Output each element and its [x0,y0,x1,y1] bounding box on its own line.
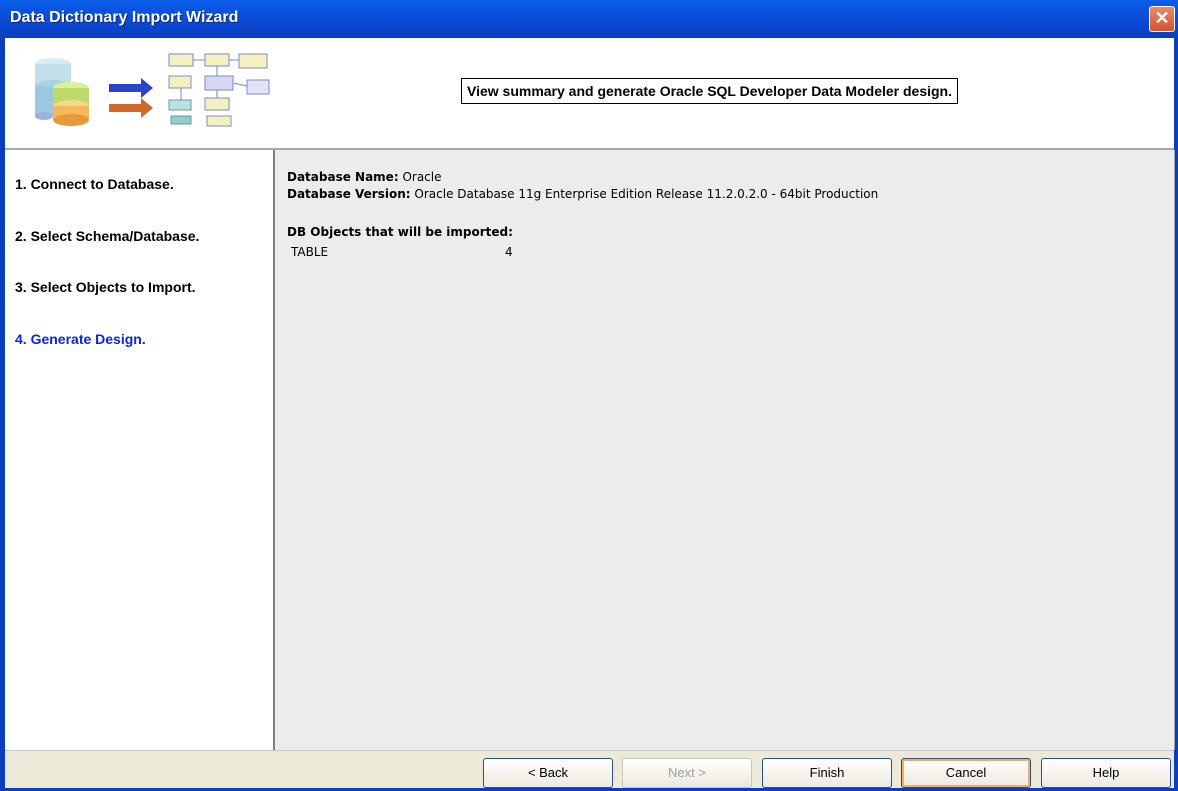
help-button[interactable]: Help [1041,758,1171,788]
next-button[interactable]: Next > [622,758,752,788]
step-connect-database: 1. Connect to Database. [15,176,174,192]
database-name-label: Database Name: [287,170,399,184]
database-version-label: Database Version: [287,187,411,201]
finish-button[interactable]: Finish [762,758,892,788]
header-message: View summary and generate Oracle SQL Dev… [461,78,958,104]
button-bar: < Back Next > Finish Cancel Help [5,750,1174,788]
step-generate-design: 4. Generate Design. [15,331,146,347]
database-name-value: Oracle [402,170,442,184]
database-icon [35,58,89,126]
step-select-objects: 3. Select Objects to Import. [15,279,196,295]
wizard-window: Data Dictionary Import Wizard ✕ View sum… [0,0,1178,791]
database-version-row: Database Version: Oracle Database 11g En… [287,187,878,201]
step-select-schema: 2. Select Schema/Database. [15,228,200,244]
arrow-icon [109,78,153,118]
close-button[interactable]: ✕ [1149,6,1175,32]
summary-panel: Database Name: Oracle Database Version: … [275,150,1175,750]
diagram-icon [168,53,270,127]
wizard-header: View summary and generate Oracle SQL Dev… [5,38,1174,150]
window-title: Data Dictionary Import Wizard [10,9,239,26]
steps-panel: 1. Connect to Database. 2. Select Schema… [5,150,275,750]
cancel-button[interactable]: Cancel [901,758,1031,788]
objects-heading: DB Objects that will be imported: [287,225,513,239]
database-version-value: Oracle Database 11g Enterprise Edition R… [414,187,879,201]
object-type-cell: TABLE [291,245,329,259]
object-count-cell: 4 [505,245,513,259]
database-name-row: Database Name: Oracle [287,170,442,184]
import-banner-icon [35,53,270,127]
close-icon: ✕ [1154,8,1170,28]
title-bar[interactable]: Data Dictionary Import Wizard ✕ [0,0,1178,38]
back-button[interactable]: < Back [483,758,613,788]
